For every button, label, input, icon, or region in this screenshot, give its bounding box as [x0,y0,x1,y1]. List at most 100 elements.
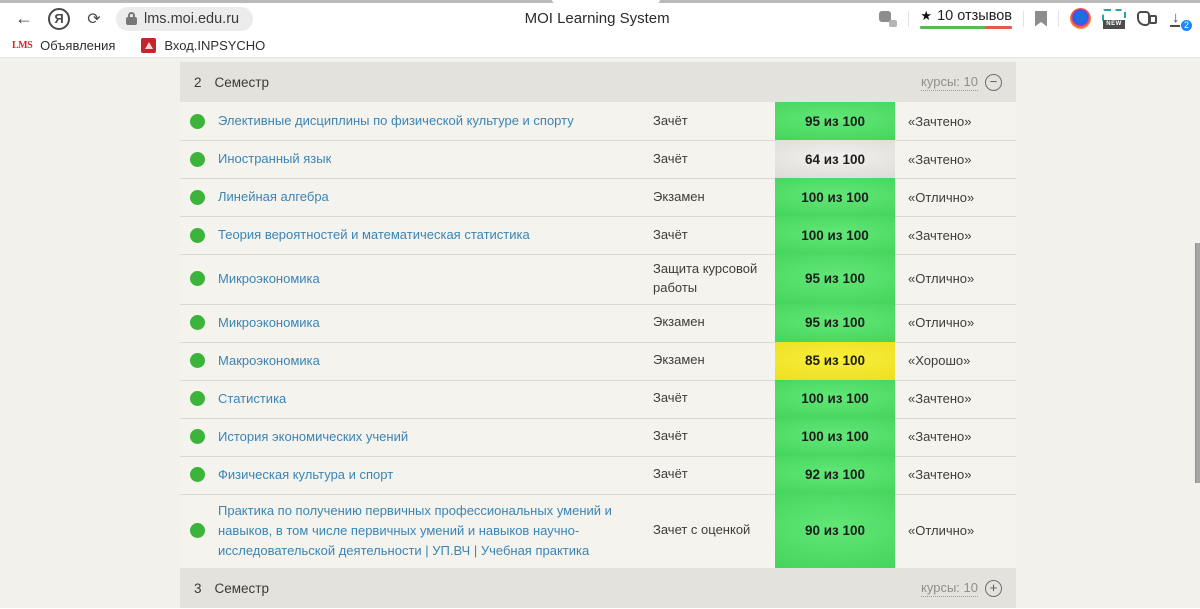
status-dot-icon [190,228,205,243]
bookmark-inpsycho[interactable]: Вход.INPSYCHO [141,38,265,53]
semester-number: 2 [194,75,202,90]
assessment-type: Экзамен [645,182,775,213]
star-icon: ★ [920,8,932,24]
grade-text: «Отлично» [895,271,1016,286]
course-link[interactable]: Иностранный язык [218,142,645,176]
course-row: МакроэкономикаЭкзамен85 из 100«Хорошо» [180,342,1016,380]
grade-text: «Хорошо» [895,353,1016,368]
grade-text: «Зачтено» [895,228,1016,243]
course-row: Физическая культура и спортЗачёт92 из 10… [180,456,1016,494]
assessment-type: Зачёт [645,421,775,452]
bookmark-announcements[interactable]: LMS Объявления [12,38,115,53]
course-row: Иностранный языкЗачёт64 из 100«Зачтено» [180,140,1016,178]
score-cell: 95 из 100 [775,304,895,342]
score-cell: 92 из 100 [775,456,895,494]
browser-toolbar: ← Я ⟳ lms.moi.edu.ru MOI Learning System… [0,3,1200,34]
refresh-button[interactable]: ⟳ [80,6,108,32]
course-row: МикроэкономикаЭкзамен95 из 100«Отлично» [180,304,1016,342]
status-dot-icon [190,429,205,444]
status-dot-icon [190,190,205,205]
site-rating-widget[interactable]: ★ 10 отзывов [920,8,1012,29]
score-cell: 100 из 100 [775,216,895,254]
divider [908,11,909,27]
score-cell: 85 из 100 [775,342,895,380]
course-link[interactable]: Микроэкономика [218,306,645,340]
courses-count-toggle[interactable]: курсы: 10 [921,580,978,597]
semester-label: Семестр [215,581,270,596]
semester-label: Семестр [215,75,270,90]
divider [1023,11,1024,27]
status-dot-icon [190,391,205,406]
assessment-type: Экзамен [645,307,775,338]
course-link[interactable]: Линейная алгебра [218,180,645,214]
grade-text: «Зачтено» [895,391,1016,406]
grade-text: «Отлично» [895,523,1016,538]
bookmark-flag-icon[interactable] [1035,11,1047,27]
url-text: lms.moi.edu.ru [144,11,239,27]
reviews-count: 10 отзывов [937,8,1012,24]
download-arrow-icon: ↓ [1172,9,1180,26]
back-button[interactable]: ← [10,6,38,32]
course-link[interactable]: Микроэкономика [218,262,645,296]
assessment-type: Зачёт [645,144,775,175]
grade-text: «Зачтено» [895,429,1016,444]
vertical-scrollbar[interactable] [1195,243,1200,483]
assessment-type: Зачёт [645,383,775,414]
downloads-button[interactable]: ↓ 2 [1168,9,1190,29]
course-link[interactable]: Статистика [218,382,645,416]
course-row: Теория вероятностей и математическая ста… [180,216,1016,254]
grade-text: «Зачтено» [895,114,1016,129]
grades-panel: 2 Семестр курсы: 10 − Элективные дисципл… [180,62,1016,608]
status-dot-icon [190,467,205,482]
course-link[interactable]: Практика по получению первичных професси… [218,494,645,568]
collections-icon[interactable] [1137,10,1157,28]
expand-semester-icon[interactable]: + [985,580,1002,597]
status-dot-icon [190,523,205,538]
extension-icon[interactable] [1070,8,1091,29]
score-cell: 64 из 100 [775,140,895,178]
lock-icon [126,12,137,25]
score-cell: 100 из 100 [775,380,895,418]
course-link[interactable]: Элективные дисциплины по физической куль… [218,104,645,138]
semester-3-header: 3 Семестр курсы: 10 + [180,568,1016,608]
status-dot-icon [190,353,205,368]
semester-number: 3 [194,581,202,596]
bookmarks-bar: LMS Объявления Вход.INPSYCHO [0,34,1200,58]
collapse-semester-icon[interactable]: − [985,74,1002,91]
crest-favicon [141,38,156,53]
score-cell: 95 из 100 [775,102,895,140]
assessment-type: Зачёт [645,459,775,490]
score-cell: 100 из 100 [775,418,895,456]
course-row: Линейная алгебраЭкзамен100 из 100«Отличн… [180,178,1016,216]
downloads-badge: 2 [1180,19,1193,32]
address-bar[interactable]: lms.moi.edu.ru [116,7,253,31]
divider [1058,11,1059,27]
screenshot-tool-icon[interactable]: NEW [1102,9,1126,29]
course-row: МикроэкономикаЗащита курсовой работы95 и… [180,254,1016,304]
course-link[interactable]: Физическая культура и спорт [218,458,645,492]
grade-text: «Зачтено» [895,152,1016,167]
new-badge: NEW [1103,20,1125,29]
assessment-type: Зачет с оценкой [645,515,775,546]
courses-count-toggle[interactable]: курсы: 10 [921,74,978,91]
bookmark-label: Вход.INPSYCHO [164,38,265,53]
status-dot-icon [190,271,205,286]
course-row: Практика по получению первичных професси… [180,494,1016,568]
assessment-type: Защита курсовой работы [645,254,775,304]
lms-page: 2 Семестр курсы: 10 − Элективные дисципл… [0,58,1200,608]
grade-text: «Зачтено» [895,467,1016,482]
toolbar-right-icons: ★ 10 отзывов NEW ↓ 2 [879,8,1190,29]
score-cell: 90 из 100 [775,494,895,568]
course-link[interactable]: История экономических учений [218,420,645,454]
course-link[interactable]: Теория вероятностей и математическая ста… [218,218,645,252]
course-row: СтатистикаЗачёт100 из 100«Зачтено» [180,380,1016,418]
chat-feedback-icon[interactable] [879,11,897,27]
course-rows: Элективные дисциплины по физической куль… [180,102,1016,568]
course-link[interactable]: Макроэкономика [218,344,645,378]
grade-text: «Отлично» [895,190,1016,205]
course-row: История экономических ученийЗачёт100 из … [180,418,1016,456]
yandex-browser-icon[interactable]: Я [48,8,70,30]
score-cell: 100 из 100 [775,178,895,216]
course-row: Элективные дисциплины по физической куль… [180,102,1016,140]
status-dot-icon [190,152,205,167]
